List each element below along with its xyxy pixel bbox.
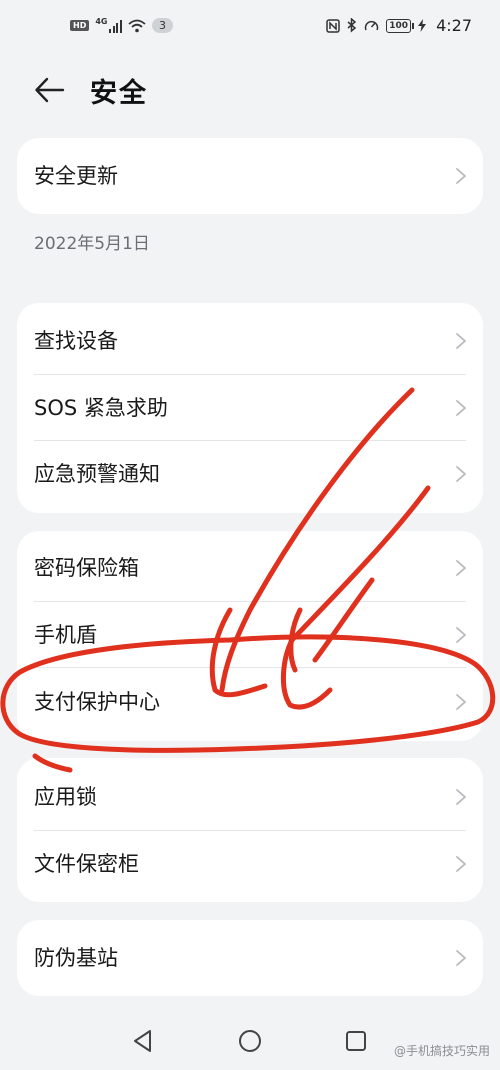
charging-bolt-icon xyxy=(418,19,427,32)
payment-protection-label: 支付保护中心 xyxy=(34,690,160,714)
chevron-right-icon xyxy=(456,168,466,184)
back-button[interactable] xyxy=(30,70,70,110)
divider xyxy=(34,667,466,668)
status-bar: HD 4G 3 100 4:27 xyxy=(0,0,500,58)
wifi-icon xyxy=(128,19,146,32)
back-triangle-icon[interactable] xyxy=(130,1028,156,1054)
chevron-right-icon xyxy=(456,627,466,643)
privacy-protection-card: 密码保险箱 手机盾 支付保护中心 xyxy=(17,531,483,741)
chevron-right-icon xyxy=(456,333,466,349)
nfc-icon xyxy=(326,18,341,33)
page-title: 安全 xyxy=(90,78,148,109)
find-device-row[interactable]: 查找设备 xyxy=(17,308,483,374)
sos-row[interactable]: SOS 紧急求助 xyxy=(17,375,483,441)
app-header: 安全 xyxy=(0,58,500,122)
chevron-right-icon xyxy=(456,694,466,710)
password-vault-label: 密码保险箱 xyxy=(34,556,139,580)
file-safe-label: 文件保密柜 xyxy=(34,852,139,876)
file-safe-row[interactable]: 文件保密柜 xyxy=(17,831,483,897)
battery-icon: 100 xyxy=(386,18,414,33)
app-lock-row[interactable]: 应用锁 xyxy=(17,764,483,830)
chevron-right-icon xyxy=(456,950,466,966)
phone-shield-label: 手机盾 xyxy=(34,623,97,647)
anti-fake-base-station-row[interactable]: 防伪基站 xyxy=(17,925,483,991)
app-lock-card: 应用锁 文件保密柜 xyxy=(17,758,483,902)
chevron-right-icon xyxy=(456,466,466,482)
security-update-card: 安全更新 xyxy=(17,138,483,214)
anti-fake-base-station-label: 防伪基站 xyxy=(34,946,118,970)
clock-time: 4:27 xyxy=(436,16,472,35)
chevron-right-icon xyxy=(456,400,466,416)
base-station-card: 防伪基站 xyxy=(17,920,483,996)
payment-protection-row[interactable]: 支付保护中心 xyxy=(17,669,483,735)
password-vault-row[interactable]: 密码保险箱 xyxy=(17,535,483,601)
status-left: HD 4G 3 xyxy=(70,17,173,33)
arrow-left-icon xyxy=(35,77,65,103)
watermark: @手机搞技巧实用 xyxy=(393,1044,490,1058)
sos-label: SOS 紧急求助 xyxy=(34,396,168,420)
security-update-label: 安全更新 xyxy=(34,164,118,188)
phone-shield-row[interactable]: 手机盾 xyxy=(17,602,483,668)
bluetooth-icon xyxy=(347,18,357,33)
signal-icon xyxy=(109,19,122,33)
speed-gauge-icon xyxy=(365,20,379,30)
emergency-alert-row[interactable]: 应急预警通知 xyxy=(17,441,483,507)
device-safety-card: 查找设备 SOS 紧急求助 应急预警通知 xyxy=(17,303,483,513)
find-device-label: 查找设备 xyxy=(34,329,118,353)
hd-badge: HD xyxy=(70,20,90,31)
app-lock-label: 应用锁 xyxy=(34,785,97,809)
home-circle-icon[interactable] xyxy=(237,1028,263,1054)
network-type: 4G xyxy=(95,17,108,26)
security-update-date: 2022年5月1日 xyxy=(34,234,150,254)
emergency-alert-label: 应急预警通知 xyxy=(34,462,160,486)
chevron-right-icon xyxy=(456,856,466,872)
security-update-row[interactable]: 安全更新 xyxy=(17,143,483,209)
notification-count-badge: 3 xyxy=(151,18,173,33)
system-navigation-bar xyxy=(0,1010,500,1070)
chevron-right-icon xyxy=(456,789,466,805)
status-right: 100 4:27 xyxy=(326,16,472,35)
chevron-right-icon xyxy=(456,560,466,576)
recents-square-icon[interactable] xyxy=(343,1028,369,1054)
